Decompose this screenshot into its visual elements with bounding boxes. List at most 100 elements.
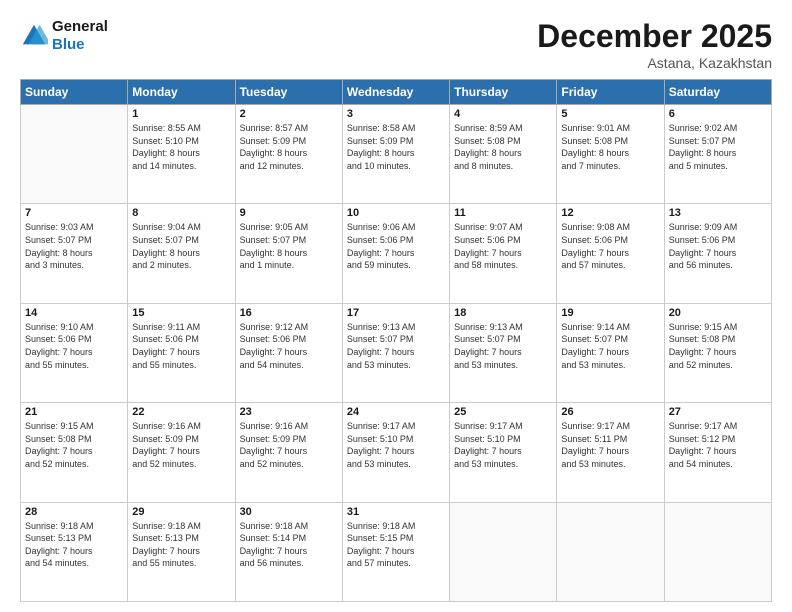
subtitle: Astana, Kazakhstan	[537, 55, 772, 71]
table-row	[450, 502, 557, 601]
col-wednesday: Wednesday	[342, 80, 449, 105]
table-row: 20Sunrise: 9:15 AMSunset: 5:08 PMDayligh…	[664, 303, 771, 402]
day-info: Sunrise: 9:11 AMSunset: 5:06 PMDaylight:…	[132, 321, 230, 371]
table-row: 14 Sunrise: 9:10 AMSunset: 5:06 PMDayligh…	[21, 303, 128, 402]
day-info: Sunrise: 8:59 AMSunset: 5:08 PMDaylight:…	[454, 122, 552, 172]
table-row: 28Sunrise: 9:18 AMSunset: 5:13 PMDayligh…	[21, 502, 128, 601]
day-number: 24	[347, 406, 445, 418]
day-number: 13	[669, 207, 767, 219]
table-row: 22 Sunrise: 9:16 AMSunset: 5:09 PMDayligh…	[128, 403, 235, 502]
day-number: 23	[240, 406, 338, 418]
day-number: 21	[25, 406, 123, 418]
calendar-table: Sunday Monday Tuesday Wednesday Thursday…	[20, 79, 772, 602]
calendar-week-2: 14 Sunrise: 9:10 AMSunset: 5:06 PMDayligh…	[21, 303, 772, 402]
weekday-header-row: Sunday Monday Tuesday Wednesday Thursday…	[21, 80, 772, 105]
col-tuesday: Tuesday	[235, 80, 342, 105]
table-row: 25Sunrise: 9:17 AMSunset: 5:10 PMDayligh…	[450, 403, 557, 502]
day-info: Sunrise: 9:17 AMSunset: 5:11 PMDaylight:…	[561, 420, 659, 470]
table-row: 24 Sunrise: 9:17 AMSunset: 5:10 PMDayligh…	[342, 403, 449, 502]
table-row: 17 Sunrise: 9:13 AMSunset: 5:07 PMDayligh…	[342, 303, 449, 402]
table-row: 3Sunrise: 8:58 AMSunset: 5:09 PMDaylight…	[342, 105, 449, 204]
day-info: Sunrise: 9:13 AMSunset: 5:07 PMDaylight:…	[347, 321, 445, 371]
col-monday: Monday	[128, 80, 235, 105]
calendar-week-4: 28Sunrise: 9:18 AMSunset: 5:13 PMDayligh…	[21, 502, 772, 601]
day-number: 14	[25, 307, 123, 319]
day-info: Sunrise: 9:16 AMSunset: 5:09 PMDaylight:…	[240, 420, 338, 470]
col-sunday: Sunday	[21, 80, 128, 105]
day-number: 6	[669, 108, 767, 120]
day-number: 15	[132, 307, 230, 319]
table-row	[664, 502, 771, 601]
day-info: Sunrise: 9:02 AMSunset: 5:07 PMDaylight:…	[669, 122, 767, 172]
table-row: 8 Sunrise: 9:04 AMSunset: 5:07 PMDaylight…	[128, 204, 235, 303]
day-number: 11	[454, 207, 552, 219]
day-info: Sunrise: 9:14 AMSunset: 5:07 PMDaylight:…	[561, 321, 659, 371]
day-number: 12	[561, 207, 659, 219]
calendar-header: Sunday Monday Tuesday Wednesday Thursday…	[21, 80, 772, 105]
day-info: Sunrise: 9:17 AMSunset: 5:12 PMDaylight:…	[669, 420, 767, 470]
table-row: 29Sunrise: 9:18 AMSunset: 5:13 PMDayligh…	[128, 502, 235, 601]
day-number: 10	[347, 207, 445, 219]
table-row: 9 Sunrise: 9:05 AMSunset: 5:07 PMDaylight…	[235, 204, 342, 303]
table-row: 13Sunrise: 9:09 AMSunset: 5:06 PMDayligh…	[664, 204, 771, 303]
day-info: Sunrise: 9:15 AMSunset: 5:08 PMDaylight:…	[25, 420, 123, 470]
day-number: 2	[240, 108, 338, 120]
day-number: 25	[454, 406, 552, 418]
header: General Blue December 2025 Astana, Kazak…	[20, 18, 772, 71]
day-number: 18	[454, 307, 552, 319]
table-row: 2 Sunrise: 8:57 AMSunset: 5:09 PMDaylight…	[235, 105, 342, 204]
page: General Blue December 2025 Astana, Kazak…	[0, 0, 792, 612]
day-number: 27	[669, 406, 767, 418]
day-info: Sunrise: 9:01 AMSunset: 5:08 PMDaylight:…	[561, 122, 659, 172]
day-info: Sunrise: 9:10 AMSunset: 5:06 PMDaylight:…	[25, 321, 123, 371]
day-number: 1	[132, 108, 230, 120]
day-number: 9	[240, 207, 338, 219]
day-info: Sunrise: 9:18 AMSunset: 5:13 PMDaylight:…	[132, 520, 230, 570]
day-info: Sunrise: 9:16 AMSunset: 5:09 PMDaylight:…	[132, 420, 230, 470]
day-info: Sunrise: 9:12 AMSunset: 5:06 PMDaylight:…	[240, 321, 338, 371]
day-info: Sunrise: 9:17 AMSunset: 5:10 PMDaylight:…	[347, 420, 445, 470]
logo-icon	[20, 22, 48, 50]
calendar-week-1: 7 Sunrise: 9:03 AMSunset: 5:07 PMDaylight…	[21, 204, 772, 303]
day-info: Sunrise: 8:57 AMSunset: 5:09 PMDaylight:…	[240, 122, 338, 172]
table-row: 19 Sunrise: 9:14 AMSunset: 5:07 PMDayligh…	[557, 303, 664, 402]
day-number: 31	[347, 506, 445, 518]
day-number: 8	[132, 207, 230, 219]
month-title: December 2025	[537, 18, 772, 55]
day-info: Sunrise: 9:08 AMSunset: 5:06 PMDaylight:…	[561, 221, 659, 271]
day-number: 26	[561, 406, 659, 418]
table-row: 4 Sunrise: 8:59 AMSunset: 5:08 PMDaylight…	[450, 105, 557, 204]
day-number: 17	[347, 307, 445, 319]
table-row: 7 Sunrise: 9:03 AMSunset: 5:07 PMDaylight…	[21, 204, 128, 303]
day-info: Sunrise: 9:07 AMSunset: 5:06 PMDaylight:…	[454, 221, 552, 271]
calendar-week-0: 1 Sunrise: 8:55 AMSunset: 5:10 PMDaylight…	[21, 105, 772, 204]
day-info: Sunrise: 8:55 AMSunset: 5:10 PMDaylight:…	[132, 122, 230, 172]
day-info: Sunrise: 9:13 AMSunset: 5:07 PMDaylight:…	[454, 321, 552, 371]
table-row: 11 Sunrise: 9:07 AMSunset: 5:06 PMDayligh…	[450, 204, 557, 303]
day-number: 7	[25, 207, 123, 219]
day-info: Sunrise: 9:03 AMSunset: 5:07 PMDaylight:…	[25, 221, 123, 271]
day-number: 4	[454, 108, 552, 120]
day-number: 19	[561, 307, 659, 319]
table-row: 30 Sunrise: 9:18 AMSunset: 5:14 PMDayligh…	[235, 502, 342, 601]
day-number: 30	[240, 506, 338, 518]
day-number: 5	[561, 108, 659, 120]
table-row: 26 Sunrise: 9:17 AMSunset: 5:11 PMDayligh…	[557, 403, 664, 502]
day-info: Sunrise: 9:05 AMSunset: 5:07 PMDaylight:…	[240, 221, 338, 271]
day-info: Sunrise: 9:04 AMSunset: 5:07 PMDaylight:…	[132, 221, 230, 271]
table-row: 5 Sunrise: 9:01 AMSunset: 5:08 PMDaylight…	[557, 105, 664, 204]
calendar-body: 1 Sunrise: 8:55 AMSunset: 5:10 PMDaylight…	[21, 105, 772, 602]
table-row: 16Sunrise: 9:12 AMSunset: 5:06 PMDayligh…	[235, 303, 342, 402]
col-saturday: Saturday	[664, 80, 771, 105]
day-info: Sunrise: 9:18 AMSunset: 5:14 PMDaylight:…	[240, 520, 338, 570]
table-row: 23 Sunrise: 9:16 AMSunset: 5:09 PMDayligh…	[235, 403, 342, 502]
table-row: 10Sunrise: 9:06 AMSunset: 5:06 PMDayligh…	[342, 204, 449, 303]
col-friday: Friday	[557, 80, 664, 105]
table-row: 27 Sunrise: 9:17 AMSunset: 5:12 PMDayligh…	[664, 403, 771, 502]
day-info: Sunrise: 9:15 AMSunset: 5:08 PMDaylight:…	[669, 321, 767, 371]
table-row: 6 Sunrise: 9:02 AMSunset: 5:07 PMDaylight…	[664, 105, 771, 204]
table-row: 21 Sunrise: 9:15 AMSunset: 5:08 PMDayligh…	[21, 403, 128, 502]
day-info: Sunrise: 8:58 AMSunset: 5:09 PMDaylight:…	[347, 122, 445, 172]
day-number: 22	[132, 406, 230, 418]
logo: General Blue	[20, 18, 108, 54]
